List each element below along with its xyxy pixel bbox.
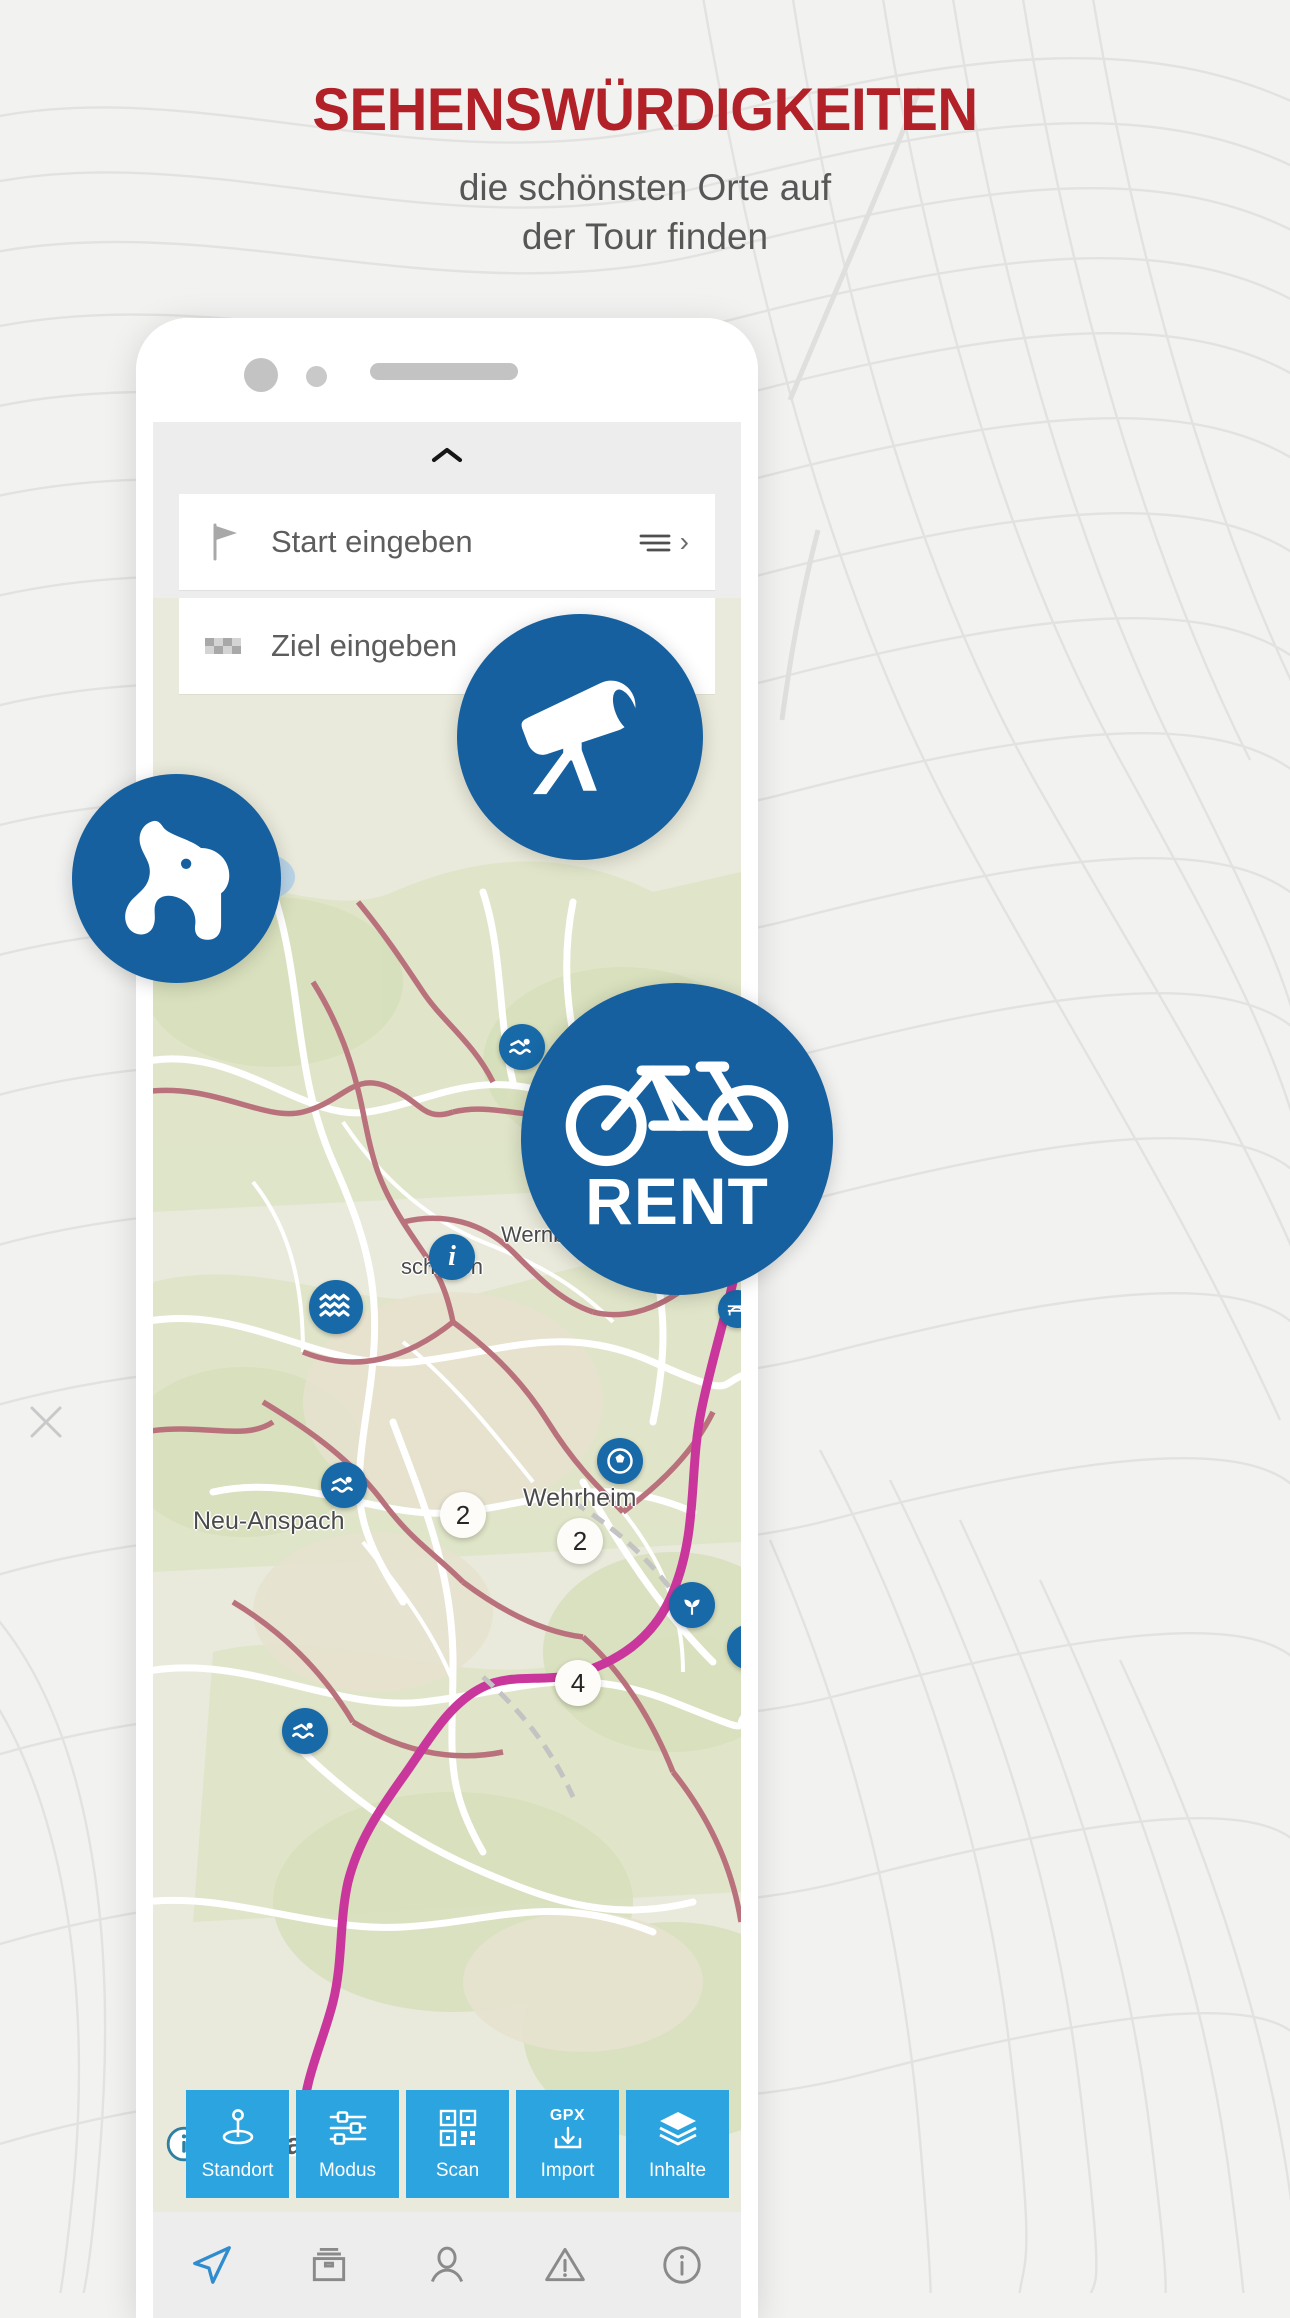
telescope-icon (521, 680, 638, 795)
elephant-icon (124, 820, 229, 940)
map-label: Wehrheim (523, 1484, 637, 1512)
poi-marker-info[interactable]: i (429, 1234, 475, 1280)
quick-button-standort[interactable]: Standort (186, 2090, 289, 2198)
page-title: SEHENSWÜRDIGKEITEN (312, 76, 978, 143)
nav-item-info[interactable] (623, 2212, 741, 2318)
cluster-count: 2 (455, 1499, 471, 1530)
quick-button-label: Standort (201, 2160, 274, 2181)
front-camera-icon (244, 358, 278, 392)
feature-bubble-telescope[interactable] (457, 614, 703, 860)
poi-marker-leaf[interactable] (669, 1582, 715, 1628)
start-row-actions[interactable]: › (638, 528, 715, 556)
poi-marker-swim[interactable] (282, 1708, 328, 1754)
poi-marker-swim[interactable] (321, 1462, 367, 1508)
map-cluster[interactable]: 2 (440, 1492, 486, 1538)
map-cluster[interactable]: 4 (555, 1660, 601, 1706)
quick-button-import[interactable]: GPX Import (516, 2090, 619, 2198)
swim-icon (292, 1722, 314, 1739)
bridge-icon (727, 1305, 741, 1316)
quick-button-label: Inhalte (648, 2160, 707, 2181)
feature-bubble-elephant[interactable] (72, 774, 281, 983)
quick-button-label: Modus (318, 2160, 377, 2181)
quick-action-toolbar: Standort Modus Scan GPX Import Inhalte (186, 2090, 729, 2198)
start-input-row[interactable]: Start eingeben › (179, 494, 715, 590)
location-pin-icon (218, 2106, 258, 2150)
phone-mockup: Wernborn schbach er-M eise Wehrheim Neu-… (136, 318, 758, 2318)
chevron-right-icon[interactable]: › (680, 528, 689, 556)
swim-icon (509, 1038, 531, 1055)
rent-label: RENT (585, 1164, 769, 1238)
gpx-label: GPX (549, 2106, 586, 2124)
sensor-dot-icon (306, 366, 327, 387)
nav-item-alerts[interactable] (506, 2212, 624, 2318)
leaf-icon (737, 1634, 741, 1660)
nav-item-navigate[interactable] (153, 2212, 271, 2318)
sliders-icon (327, 2106, 369, 2150)
cluster-count: 4 (570, 1667, 586, 1698)
qr-code-icon (438, 2106, 478, 2150)
poi-marker-swim[interactable] (499, 1024, 545, 1070)
info-circle-icon (663, 2246, 701, 2284)
poi-marker-soccer[interactable] (597, 1438, 643, 1484)
quick-button-label: Import (540, 2160, 595, 2181)
quick-button-inhalte[interactable]: Inhalte (626, 2090, 729, 2198)
list-icon[interactable] (638, 529, 672, 555)
header-block: SEHENSWÜRDIGKEITEN die schönsten Orte au… (0, 78, 1290, 261)
swim-icon (331, 1476, 353, 1493)
speaker-grille-icon (370, 363, 518, 380)
page-subtitle: die schönsten Orte auf der Tour finden (0, 163, 1290, 261)
start-input-placeholder: Start eingeben (271, 524, 473, 559)
cluster-count: 2 (572, 1525, 588, 1556)
flag-icon (179, 522, 271, 562)
close-x-icon[interactable] (24, 1400, 68, 1444)
quick-button-scan[interactable]: Scan (406, 2090, 509, 2198)
quick-button-modus[interactable]: Modus (296, 2090, 399, 2198)
checkered-flag-icon (179, 632, 271, 660)
poi-marker-waves[interactable] (309, 1280, 363, 1334)
gpx-download-icon: GPX (550, 2106, 586, 2150)
map-label: Neu-Anspach (193, 1507, 345, 1535)
page-subtitle-line1: die schönsten Orte auf (458, 167, 832, 208)
navigation-arrow-icon (192, 2246, 231, 2284)
chevron-up-icon[interactable] (430, 444, 464, 466)
feature-bubble-rent[interactable]: RENT (521, 983, 833, 1295)
bicycle-icon (565, 1061, 789, 1167)
quick-button-label: Scan (435, 2160, 480, 2181)
map-cluster[interactable]: 2 (557, 1518, 603, 1564)
layers-icon (657, 2106, 699, 2150)
page-subtitle-line2: der Tour finden (521, 216, 769, 258)
bottom-navigation-bar (153, 2212, 741, 2318)
archive-box-icon (313, 2247, 346, 2282)
person-icon (430, 2246, 464, 2283)
soccer-icon (607, 1448, 633, 1474)
phone-top-bezel (136, 318, 758, 422)
leaf-icon (684, 1599, 700, 1615)
waves-icon (319, 1293, 350, 1317)
nav-item-archive[interactable] (271, 2212, 389, 2318)
nav-item-profile[interactable] (388, 2212, 506, 2318)
warning-triangle-icon (544, 2247, 585, 2282)
info-icon: i (448, 1241, 456, 1272)
